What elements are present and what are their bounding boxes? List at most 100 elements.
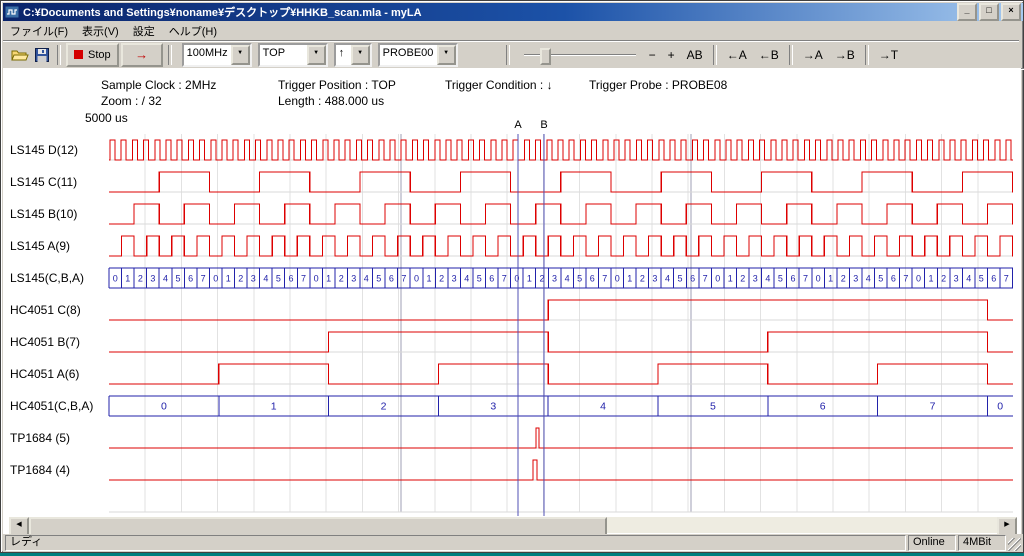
toolbar-separator	[168, 45, 172, 65]
stop-icon	[74, 50, 83, 59]
chevron-down-icon[interactable]: ▼	[231, 45, 250, 65]
svg-text:7: 7	[201, 274, 206, 284]
toolbar-separator	[57, 45, 61, 65]
svg-text:2: 2	[339, 274, 344, 284]
horizontal-scrollbar[interactable]: ◀ ▶	[9, 517, 1017, 533]
goto-marker-a-left-button[interactable]: ←A	[722, 44, 752, 66]
goto-marker-b-left-button[interactable]: ←B	[754, 44, 784, 66]
ab-range-button[interactable]: AB	[682, 44, 708, 66]
chevron-down-icon[interactable]: ▼	[351, 45, 370, 65]
chevron-down-icon[interactable]: ▼	[307, 45, 326, 65]
svg-text:2: 2	[138, 274, 143, 284]
svg-text:3: 3	[552, 274, 557, 284]
scroll-left-icon[interactable]: ◀	[9, 517, 29, 534]
svg-text:5: 5	[778, 274, 783, 284]
svg-text:6: 6	[389, 274, 394, 284]
svg-text:6: 6	[590, 274, 595, 284]
status-ready: レディ	[5, 535, 906, 551]
menu-settings[interactable]: 設定	[126, 21, 162, 41]
svg-text:0: 0	[615, 274, 620, 284]
channel-label: HC4051 C(8)	[10, 303, 81, 317]
channel-label: LS145 C(11)	[10, 175, 77, 189]
minimize-button[interactable]: _	[957, 3, 977, 21]
svg-text:4: 4	[966, 274, 971, 284]
svg-text:1: 1	[928, 274, 933, 284]
chevron-down-icon[interactable]: ▼	[437, 45, 456, 65]
toolbar-separator	[865, 45, 869, 65]
zoom-out-button[interactable]: −	[644, 44, 661, 66]
floppy-icon	[35, 48, 49, 62]
channel-label: HC4051(C,B,A)	[10, 399, 93, 413]
scrollbar-track[interactable]	[607, 517, 997, 533]
sample-clock-combo[interactable]: 100MHz ▼	[182, 43, 252, 67]
channel-label: LS145(C,B,A)	[10, 271, 84, 285]
scrollbar-thumb[interactable]	[29, 517, 607, 534]
trigger-position-value: TOP	[260, 45, 288, 65]
stop-button[interactable]: Stop	[66, 43, 119, 67]
zoom-slider[interactable]	[524, 46, 636, 64]
window-title: C:¥Documents and Settings¥noname¥デスクトップ¥…	[23, 4, 955, 20]
svg-text:0: 0	[113, 274, 118, 284]
svg-text:6: 6	[690, 274, 695, 284]
svg-text:5: 5	[276, 274, 281, 284]
slider-handle[interactable]	[540, 48, 551, 65]
svg-text:3: 3	[351, 274, 356, 284]
status-online: Online	[908, 535, 956, 551]
menu-view[interactable]: 表示(V)	[75, 21, 126, 41]
svg-text:0: 0	[414, 274, 419, 284]
svg-text:7: 7	[930, 401, 936, 413]
save-button[interactable]	[31, 44, 53, 66]
trigger-position-combo[interactable]: TOP ▼	[258, 43, 328, 67]
maximize-button[interactable]: □	[979, 3, 999, 21]
svg-text:7: 7	[903, 274, 908, 284]
svg-text:6: 6	[790, 274, 795, 284]
app-icon	[5, 5, 19, 19]
scroll-right-icon[interactable]: ▶	[997, 517, 1017, 534]
trigger-edge-combo[interactable]: ↑ ▼	[334, 43, 372, 67]
goto-trigger-button[interactable]: →T	[874, 44, 903, 66]
svg-text:4: 4	[163, 274, 168, 284]
svg-text:4: 4	[364, 274, 369, 284]
run-button[interactable]: →	[121, 43, 163, 67]
toolbar: Stop → 100MHz ▼ TOP ▼ ↑ ▼ PROBE00 ▼ − + …	[3, 41, 1024, 69]
svg-text:7: 7	[1004, 274, 1009, 284]
close-button[interactable]: ×	[1001, 3, 1021, 21]
svg-text:1: 1	[728, 274, 733, 284]
svg-text:7: 7	[803, 274, 808, 284]
toolbar-separator	[789, 45, 793, 65]
run-arrow-icon: →	[135, 47, 148, 62]
svg-text:1: 1	[828, 274, 833, 284]
svg-text:4: 4	[263, 274, 268, 284]
svg-text:0: 0	[715, 274, 720, 284]
svg-text:2: 2	[238, 274, 243, 284]
svg-text:6: 6	[489, 274, 494, 284]
svg-text:1: 1	[125, 274, 130, 284]
svg-text:0: 0	[314, 274, 319, 284]
svg-text:1: 1	[527, 274, 532, 284]
svg-text:5: 5	[878, 274, 883, 284]
goto-marker-a-right-button[interactable]: →A	[798, 44, 828, 66]
status-memory: 4MBit	[958, 535, 1006, 551]
resize-grip[interactable]	[1008, 538, 1021, 551]
svg-text:3: 3	[954, 274, 959, 284]
trigger-probe-combo[interactable]: PROBE00 ▼	[378, 43, 458, 67]
goto-marker-b-right-button[interactable]: →B	[830, 44, 860, 66]
svg-text:7: 7	[301, 274, 306, 284]
svg-text:1: 1	[426, 274, 431, 284]
svg-text:7: 7	[703, 274, 708, 284]
svg-text:5: 5	[979, 274, 984, 284]
channel-label: HC4051 B(7)	[10, 335, 80, 349]
svg-text:6: 6	[891, 274, 896, 284]
waveform-canvas[interactable]: 0123456701234567012345670123456701234567…	[3, 68, 1021, 534]
title-bar: C:¥Documents and Settings¥noname¥デスクトップ¥…	[3, 3, 1023, 21]
svg-text:5: 5	[577, 274, 582, 284]
menu-file[interactable]: ファイル(F)	[3, 21, 75, 41]
open-file-button[interactable]	[9, 44, 31, 66]
svg-text:4: 4	[600, 401, 606, 413]
menu-help[interactable]: ヘルプ(H)	[162, 21, 224, 41]
svg-text:4: 4	[464, 274, 469, 284]
svg-text:0: 0	[916, 274, 921, 284]
zoom-in-button[interactable]: +	[663, 44, 680, 66]
app-window: C:¥Documents and Settings¥noname¥デスクトップ¥…	[0, 0, 1024, 553]
channel-label: LS145 A(9)	[10, 239, 70, 253]
